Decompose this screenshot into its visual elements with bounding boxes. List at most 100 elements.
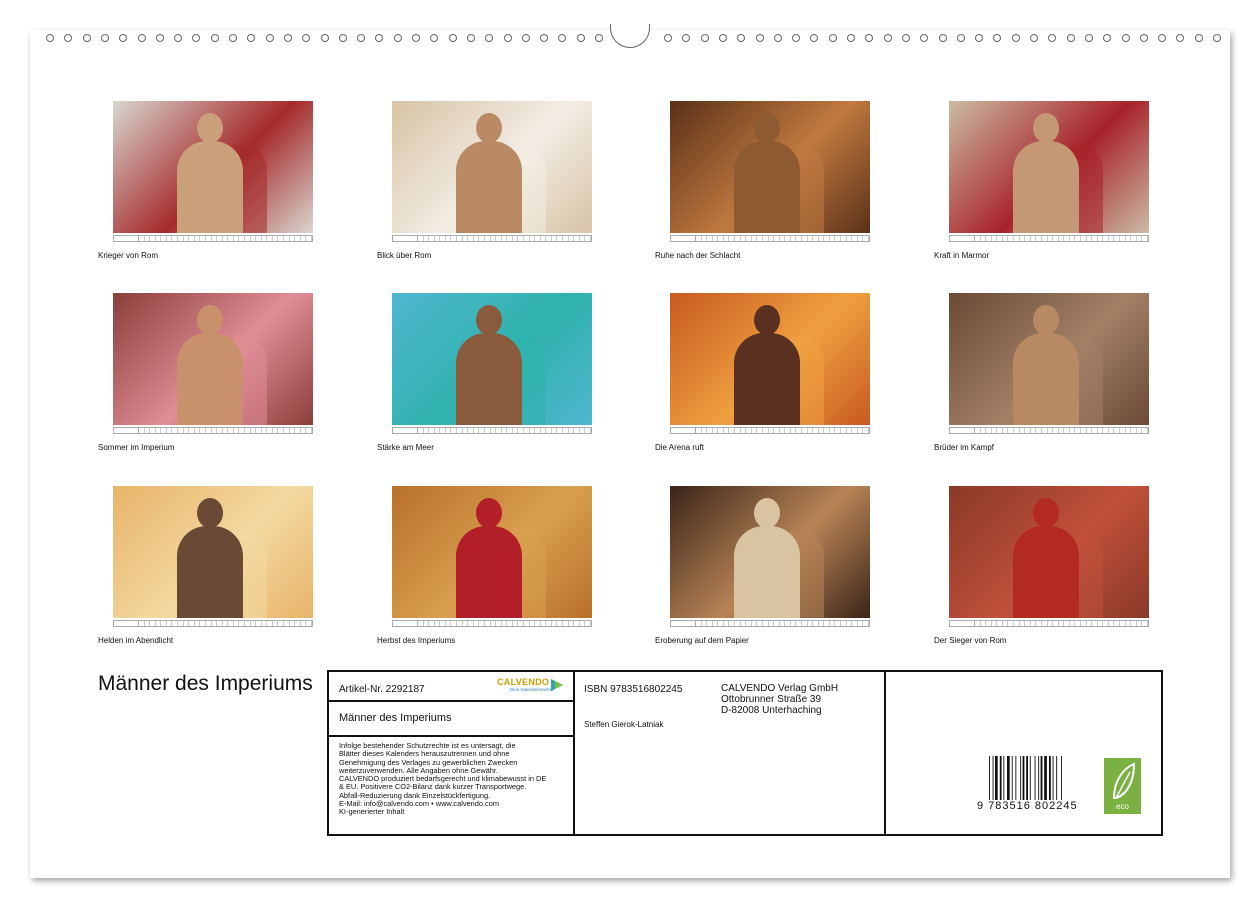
binding-ring bbox=[320, 34, 329, 42]
binding-ring bbox=[64, 34, 73, 42]
binding-ring bbox=[700, 34, 709, 42]
calendar-page: Krieger von Rom Blick über Rom Ruhe nach d… bbox=[30, 24, 1230, 878]
month-photo bbox=[670, 293, 870, 425]
info-box: Artikel-Nr. 2292187 CALVENDO Dein Kalend… bbox=[327, 670, 1163, 836]
month-thumbnail: Krieger von Rom bbox=[98, 101, 313, 260]
month-thumbnail: Helden im Abendlicht bbox=[98, 486, 313, 645]
month-day-strip bbox=[949, 235, 1149, 242]
binding-ring bbox=[137, 34, 146, 42]
binding-ring bbox=[576, 34, 585, 42]
month-photo bbox=[392, 101, 592, 233]
month-day-strip bbox=[670, 427, 870, 434]
binding-ring bbox=[210, 34, 219, 42]
month-thumbnail: Blick über Rom bbox=[377, 101, 592, 260]
month-day-strip bbox=[949, 620, 1149, 627]
binding-ring bbox=[430, 34, 439, 42]
month-thumbnail: Kraft in Marmor bbox=[934, 101, 1149, 260]
binding-ring bbox=[1011, 34, 1020, 42]
binding-ring bbox=[174, 34, 183, 42]
binding-ring bbox=[718, 34, 727, 42]
legal-notice: Infolge bestehender Schutzrechte ist es … bbox=[339, 741, 571, 817]
month-day-strip bbox=[670, 235, 870, 242]
month-thumbnail: Ruhe nach der Schlacht bbox=[655, 101, 870, 260]
month-thumbnail: Herbst des Imperiums bbox=[377, 486, 592, 645]
month-caption: Herbst des Imperiums bbox=[377, 636, 456, 645]
binding-ring bbox=[1213, 34, 1221, 42]
binding-ring bbox=[1048, 34, 1057, 42]
month-caption: Blick über Rom bbox=[377, 251, 432, 260]
month-day-strip bbox=[113, 427, 313, 434]
binding-ring bbox=[682, 34, 691, 42]
binding-ring bbox=[792, 34, 801, 42]
month-caption: Ruhe nach der Schlacht bbox=[655, 251, 741, 260]
binding-ring bbox=[1030, 34, 1038, 42]
binding-ring bbox=[540, 34, 549, 42]
binding-ring bbox=[302, 34, 311, 42]
month-thumbnail: Brüder im Kampf bbox=[934, 293, 1149, 452]
binding-ring bbox=[773, 34, 782, 42]
binding-ring bbox=[956, 34, 965, 42]
binding-ring bbox=[1103, 34, 1112, 42]
binding-ring bbox=[283, 34, 292, 42]
month-thumbnail: Eroberung auf dem Papier bbox=[655, 486, 870, 645]
binding-ring bbox=[338, 34, 347, 42]
binding-ring bbox=[664, 34, 672, 42]
hanger-hook bbox=[610, 24, 650, 48]
month-thumbnail: Sommer im Imperium bbox=[98, 293, 313, 452]
month-thumbnail: Stärke am Meer bbox=[377, 293, 592, 452]
month-caption: Brüder im Kampf bbox=[934, 443, 995, 452]
calendar-title: Männer des Imperiums bbox=[98, 672, 313, 695]
binding-rings bbox=[30, 24, 1230, 48]
month-photo bbox=[392, 293, 592, 425]
month-caption: Die Arena ruft bbox=[655, 443, 704, 452]
month-photo bbox=[392, 486, 592, 618]
month-caption: Krieger von Rom bbox=[98, 251, 159, 260]
article-number: Artikel-Nr. 2292187 bbox=[339, 684, 425, 695]
publisher-line: D-82008 Unterhaching bbox=[721, 705, 822, 716]
month-day-strip bbox=[392, 427, 592, 434]
binding-ring bbox=[265, 34, 274, 42]
binding-ring bbox=[357, 34, 366, 42]
binding-ring bbox=[1084, 34, 1093, 42]
binding-ring bbox=[901, 34, 910, 42]
binding-ring bbox=[393, 34, 402, 42]
binding-ring bbox=[521, 34, 530, 42]
month-caption: Kraft in Marmor bbox=[934, 251, 990, 260]
month-caption: Eroberung auf dem Papier bbox=[655, 636, 749, 645]
binding-ring bbox=[1176, 34, 1185, 42]
binding-ring bbox=[466, 34, 475, 42]
binding-ring bbox=[155, 34, 164, 42]
publisher-line: CALVENDO Verlag GmbH bbox=[721, 683, 839, 694]
calvendo-mark-icon bbox=[551, 679, 563, 691]
binding-ring bbox=[1066, 34, 1075, 42]
binding-ring bbox=[975, 34, 984, 42]
binding-ring bbox=[1158, 34, 1167, 42]
publisher-address: CALVENDO Verlag GmbH Ottobrunner Straße 3… bbox=[721, 683, 838, 716]
binding-ring bbox=[412, 34, 420, 42]
month-day-strip bbox=[392, 235, 592, 242]
binding-ring bbox=[1139, 34, 1148, 42]
binding-ring bbox=[100, 34, 109, 42]
binding-ring bbox=[247, 34, 256, 42]
binding-ring bbox=[503, 34, 512, 42]
month-caption: Sommer im Imperium bbox=[98, 443, 175, 452]
month-caption: Stärke am Meer bbox=[377, 443, 434, 452]
month-photo bbox=[113, 101, 313, 233]
binding-ring bbox=[595, 34, 603, 42]
binding-ring bbox=[847, 34, 855, 42]
binding-ring bbox=[993, 34, 1002, 42]
month-day-strip bbox=[949, 427, 1149, 434]
binding-ring bbox=[229, 34, 237, 42]
eco-badge: eco bbox=[1104, 758, 1141, 814]
product-title: Männer des Imperiums bbox=[339, 712, 452, 724]
binding-ring bbox=[828, 34, 837, 42]
binding-ring bbox=[810, 34, 819, 42]
month-caption: Der Sieger von Rom bbox=[934, 636, 1007, 645]
binding-ring bbox=[1194, 34, 1203, 42]
publisher-line: Ottobrunner Straße 39 bbox=[721, 694, 822, 705]
isbn: ISBN 9783516802245 bbox=[584, 684, 683, 695]
month-photo bbox=[113, 486, 313, 618]
binding-ring bbox=[865, 34, 874, 42]
binding-ring bbox=[920, 34, 929, 42]
month-day-strip bbox=[670, 620, 870, 627]
